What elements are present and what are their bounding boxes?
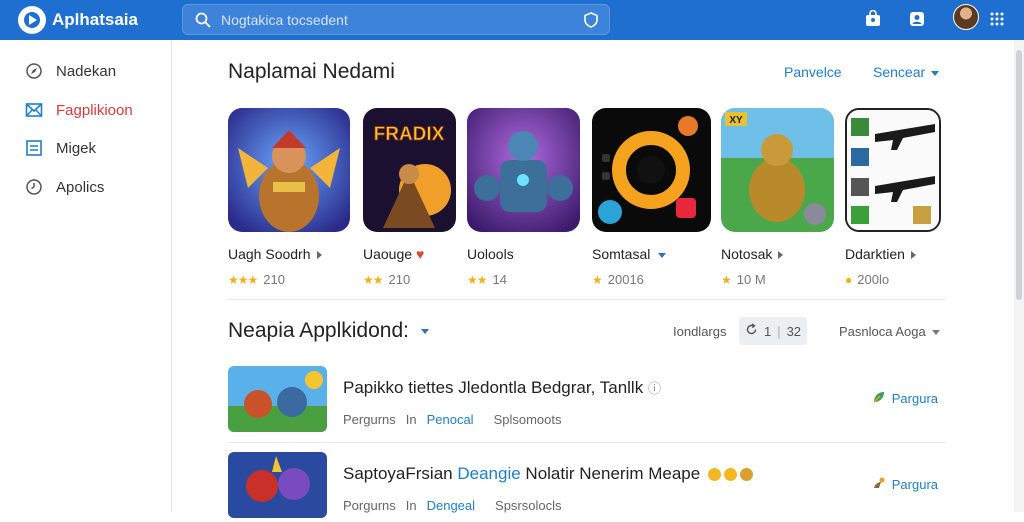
clock-icon bbox=[25, 178, 43, 196]
chevron-down-icon bbox=[658, 252, 667, 258]
shield-icon[interactable] bbox=[583, 12, 599, 33]
sidebar-item-apolics[interactable]: Apolics bbox=[0, 170, 171, 204]
sidebar-item-label: Nadekan bbox=[56, 63, 117, 80]
weapons-grid-art bbox=[845, 108, 941, 232]
list-item-meta: Pergurns In Penocal Splsomoots bbox=[343, 412, 562, 427]
golden-knight-art: XY bbox=[721, 108, 834, 232]
list-section-title[interactable]: Neapia Applkidond: bbox=[228, 319, 429, 343]
app-card-name: Notosak bbox=[721, 246, 784, 262]
sidebar-item-nadekan[interactable]: Nadekan bbox=[0, 54, 171, 88]
search-icon bbox=[195, 12, 211, 33]
document-icon bbox=[25, 139, 43, 157]
app-card-rating: ★★ 14 bbox=[467, 272, 507, 287]
star-rating-icon: ★★★ bbox=[228, 273, 258, 287]
star-rating-icon: ★ bbox=[592, 273, 603, 287]
chevron-down-icon bbox=[420, 328, 429, 334]
star-rating-icon: ● bbox=[845, 273, 852, 287]
list-item-title: SaptoyaFrsian Deangie Nolatir Nenerim Me… bbox=[343, 464, 753, 484]
coin-icon bbox=[739, 468, 753, 482]
top-app-bar: Aplhatsaia bbox=[0, 0, 1024, 40]
scrollbar[interactable] bbox=[1014, 40, 1024, 512]
app-card-rating: ★ 10 M bbox=[721, 272, 766, 287]
chevron-down-icon bbox=[931, 330, 940, 336]
star-rating-icon: ★★ bbox=[363, 273, 383, 287]
app-thumbnail bbox=[228, 366, 327, 432]
app-thumbnail bbox=[228, 452, 327, 518]
mail-icon bbox=[25, 101, 43, 119]
filter-dropdown[interactable]: Pasnloca Aoga bbox=[839, 324, 940, 339]
sidebar-item-fagplikioon[interactable]: Fagplikioon bbox=[0, 93, 171, 127]
install-button[interactable]: Pargura bbox=[872, 390, 938, 407]
featured-section-title: Naplamai Nedami bbox=[228, 60, 395, 83]
app-card-name: Ddarktien bbox=[845, 246, 916, 262]
app-card-rating: ★ 20016 bbox=[592, 272, 644, 287]
info-icon: ⓘ bbox=[647, 381, 661, 396]
app-card-name: Somtasal bbox=[592, 246, 667, 262]
app-card-name: Uagh Soodrh bbox=[228, 246, 322, 262]
app-title: Aplhatsaia bbox=[52, 10, 138, 29]
app-card[interactable]: XY Notosak ★ 10 M bbox=[721, 108, 834, 288]
sort-pill-suffix: 32 bbox=[786, 323, 802, 339]
star-rating-icon: ★★ bbox=[467, 273, 487, 287]
sort-pill-divider: | bbox=[777, 323, 781, 339]
section-divider bbox=[228, 299, 946, 300]
chevron-down-icon bbox=[931, 70, 940, 76]
row-divider bbox=[228, 442, 946, 443]
app-card-rating: ★★ 210 bbox=[363, 272, 411, 287]
svg-text:XY: XY bbox=[729, 115, 743, 126]
sidebar-item-label: Apolics bbox=[56, 179, 105, 196]
profile-avatar[interactable] bbox=[953, 4, 979, 30]
compass-icon bbox=[25, 62, 43, 80]
leaf-icon bbox=[872, 390, 886, 407]
coin-icon bbox=[723, 468, 737, 482]
sidebar-item-label: Fagplikioon bbox=[56, 102, 133, 119]
app-card-name: Uolools bbox=[467, 246, 514, 262]
chevron-right-icon bbox=[778, 251, 784, 260]
app-card[interactable]: Uolools ★★ 14 bbox=[467, 108, 580, 288]
leaf-icon bbox=[872, 476, 886, 493]
install-button[interactable]: Pargura bbox=[872, 476, 938, 493]
star-rating-icon: ★ bbox=[721, 273, 732, 287]
chevron-right-icon bbox=[910, 251, 916, 260]
user-icon[interactable] bbox=[906, 8, 928, 30]
sort-dropdown[interactable]: Sencear bbox=[873, 64, 940, 80]
see-all-button[interactable]: Panvelce bbox=[784, 64, 842, 80]
ring-app-art bbox=[592, 108, 711, 232]
svg-text:FRADIX: FRADIX bbox=[374, 124, 445, 145]
armored-robot-art bbox=[467, 108, 580, 232]
search-input[interactable] bbox=[221, 9, 561, 31]
hero-warrior-art bbox=[228, 108, 350, 232]
coin-icon bbox=[707, 468, 721, 482]
sidebar-item-label: Migek bbox=[56, 140, 97, 157]
scrollbar-thumb[interactable] bbox=[1016, 50, 1022, 300]
fradix-game-art: FRADIX bbox=[363, 108, 456, 232]
sort-dropdown-label: Sencear bbox=[873, 64, 926, 80]
list-item[interactable]: Papikko tiettes Jledontla Bedgrar, Tanll… bbox=[228, 366, 946, 436]
app-card[interactable]: Somtasal ★ 20016 bbox=[592, 108, 711, 288]
sort-pill[interactable]: 1 | 32 bbox=[739, 317, 807, 345]
list-item-meta: Porgurns In Dengeal Spsrsolocls bbox=[343, 498, 562, 513]
app-card[interactable]: Uagh Soodrh ★★★ 210 bbox=[228, 108, 350, 288]
app-card-rating: ★★★ 210 bbox=[228, 272, 285, 287]
sidebar: Nadekan Fagplikioon Migek Apolics bbox=[0, 40, 172, 512]
results-count: Iondlargs bbox=[673, 324, 727, 339]
app-card[interactable]: Ddarktien ● 200lo bbox=[845, 108, 941, 288]
grid-icon[interactable] bbox=[986, 8, 1008, 30]
sort-pill-value: 1 bbox=[763, 323, 772, 339]
sidebar-item-migek[interactable]: Migek bbox=[0, 131, 171, 165]
bag-icon[interactable] bbox=[862, 8, 884, 30]
list-item-title: Papikko tiettes Jledontla Bedgrar, Tanll… bbox=[343, 378, 661, 397]
chevron-right-icon bbox=[316, 251, 322, 260]
app-card[interactable]: FRADIX Uaouge ♥ ★★ 210 bbox=[363, 108, 456, 288]
app-card-name: Uaouge ♥ bbox=[363, 246, 425, 262]
app-logo-icon[interactable] bbox=[18, 6, 46, 34]
app-card-rating: ● 200lo bbox=[845, 272, 890, 287]
refresh-icon bbox=[745, 323, 758, 339]
heart-icon: ♥ bbox=[416, 246, 425, 262]
search-bar[interactable] bbox=[182, 4, 610, 35]
